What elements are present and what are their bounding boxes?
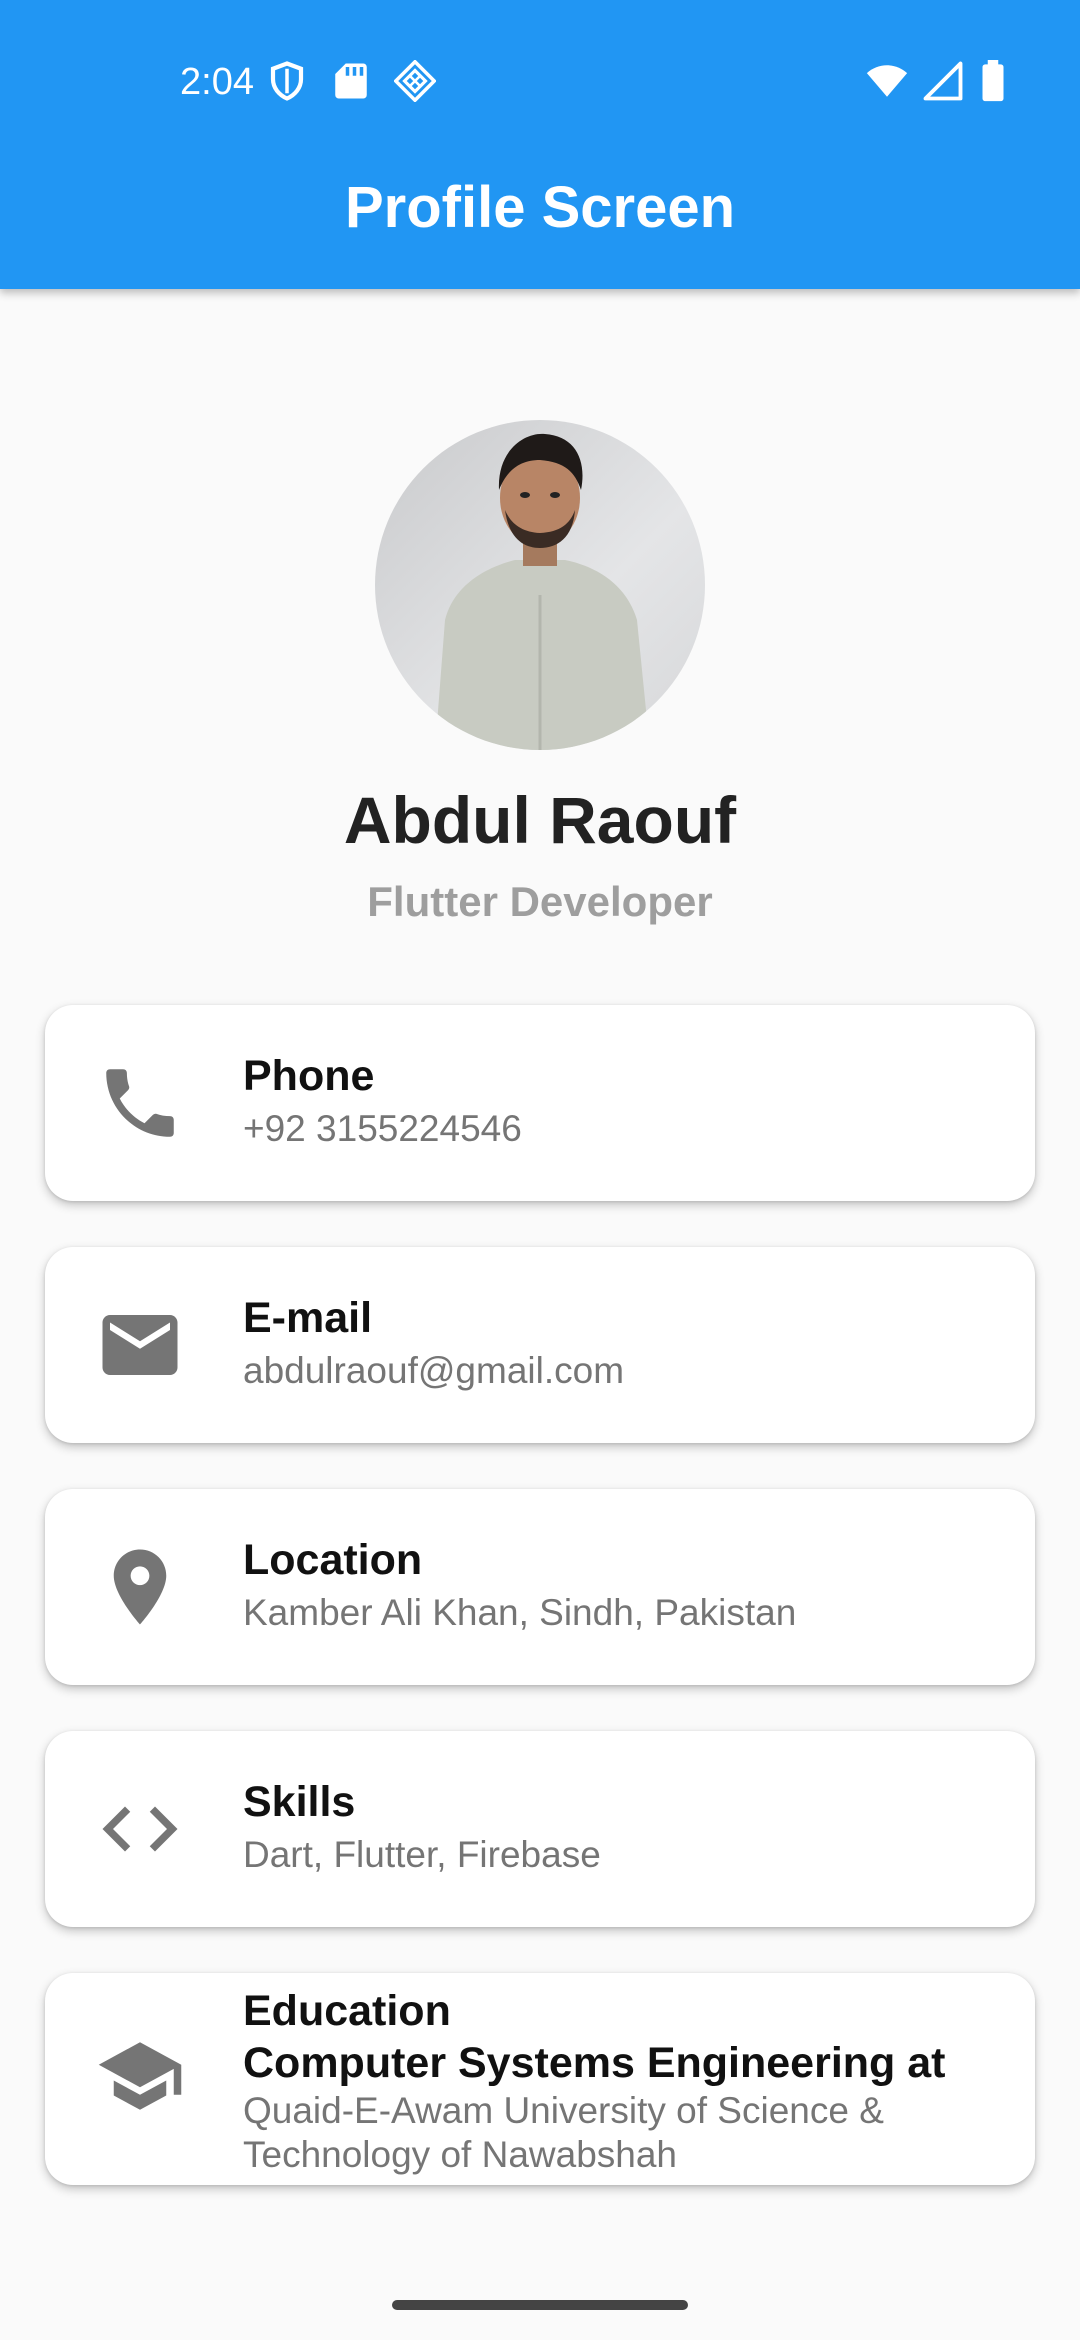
code-icon xyxy=(95,1784,185,1874)
education-label: Education xyxy=(243,1987,451,2035)
skills-card[interactable]: Skills Dart, Flutter, Firebase xyxy=(45,1731,1035,1927)
education-card[interactable]: Education Computer Systems Engineering a… xyxy=(45,1973,1035,2185)
avatar xyxy=(375,420,705,750)
sd-card-icon xyxy=(330,60,372,102)
signal-icon xyxy=(922,60,964,102)
status-icons-left xyxy=(266,60,436,102)
education-institution: Quaid-E-Awam University of Science & Tec… xyxy=(243,2090,884,2175)
shield-icon xyxy=(266,60,308,102)
location-label: Location xyxy=(243,1536,423,1584)
status-icons-right xyxy=(866,60,1008,102)
profile-role: Flutter Developer xyxy=(367,878,713,925)
wifi-icon xyxy=(866,60,908,102)
graduation-cap-icon xyxy=(95,2031,185,2121)
mail-icon xyxy=(95,1300,185,1390)
diamond-grid-icon xyxy=(394,60,436,102)
app-bar: 2:04 Profile Screen xyxy=(0,0,1080,289)
gesture-navigation-bar[interactable] xyxy=(392,2300,688,2310)
location-value: Kamber Ali Khan, Sindh, Pakistan xyxy=(243,1592,797,1633)
page-title: Profile Screen xyxy=(344,175,736,240)
email-card[interactable]: E-mail abdulraouf@gmail.com xyxy=(45,1247,1035,1443)
location-pin-icon xyxy=(95,1542,185,1632)
email-value: abdulraouf@gmail.com xyxy=(243,1350,625,1391)
status-time: 2:04 xyxy=(180,61,254,103)
phone-icon xyxy=(95,1058,185,1148)
skills-label: Skills xyxy=(243,1778,356,1826)
phone-value: +92 3155224546 xyxy=(243,1108,522,1149)
phone-card[interactable]: Phone +92 3155224546 xyxy=(45,1005,1035,1201)
profile-name: Abdul Raouf xyxy=(343,783,737,857)
education-degree: Computer Systems Engineering at xyxy=(243,2039,946,2087)
phone-label: Phone xyxy=(243,1052,375,1100)
email-label: E-mail xyxy=(243,1294,373,1342)
location-card[interactable]: Location Kamber Ali Khan, Sindh, Pakista… xyxy=(45,1489,1035,1685)
skills-value: Dart, Flutter, Firebase xyxy=(243,1834,601,1875)
battery-icon xyxy=(978,60,1008,102)
